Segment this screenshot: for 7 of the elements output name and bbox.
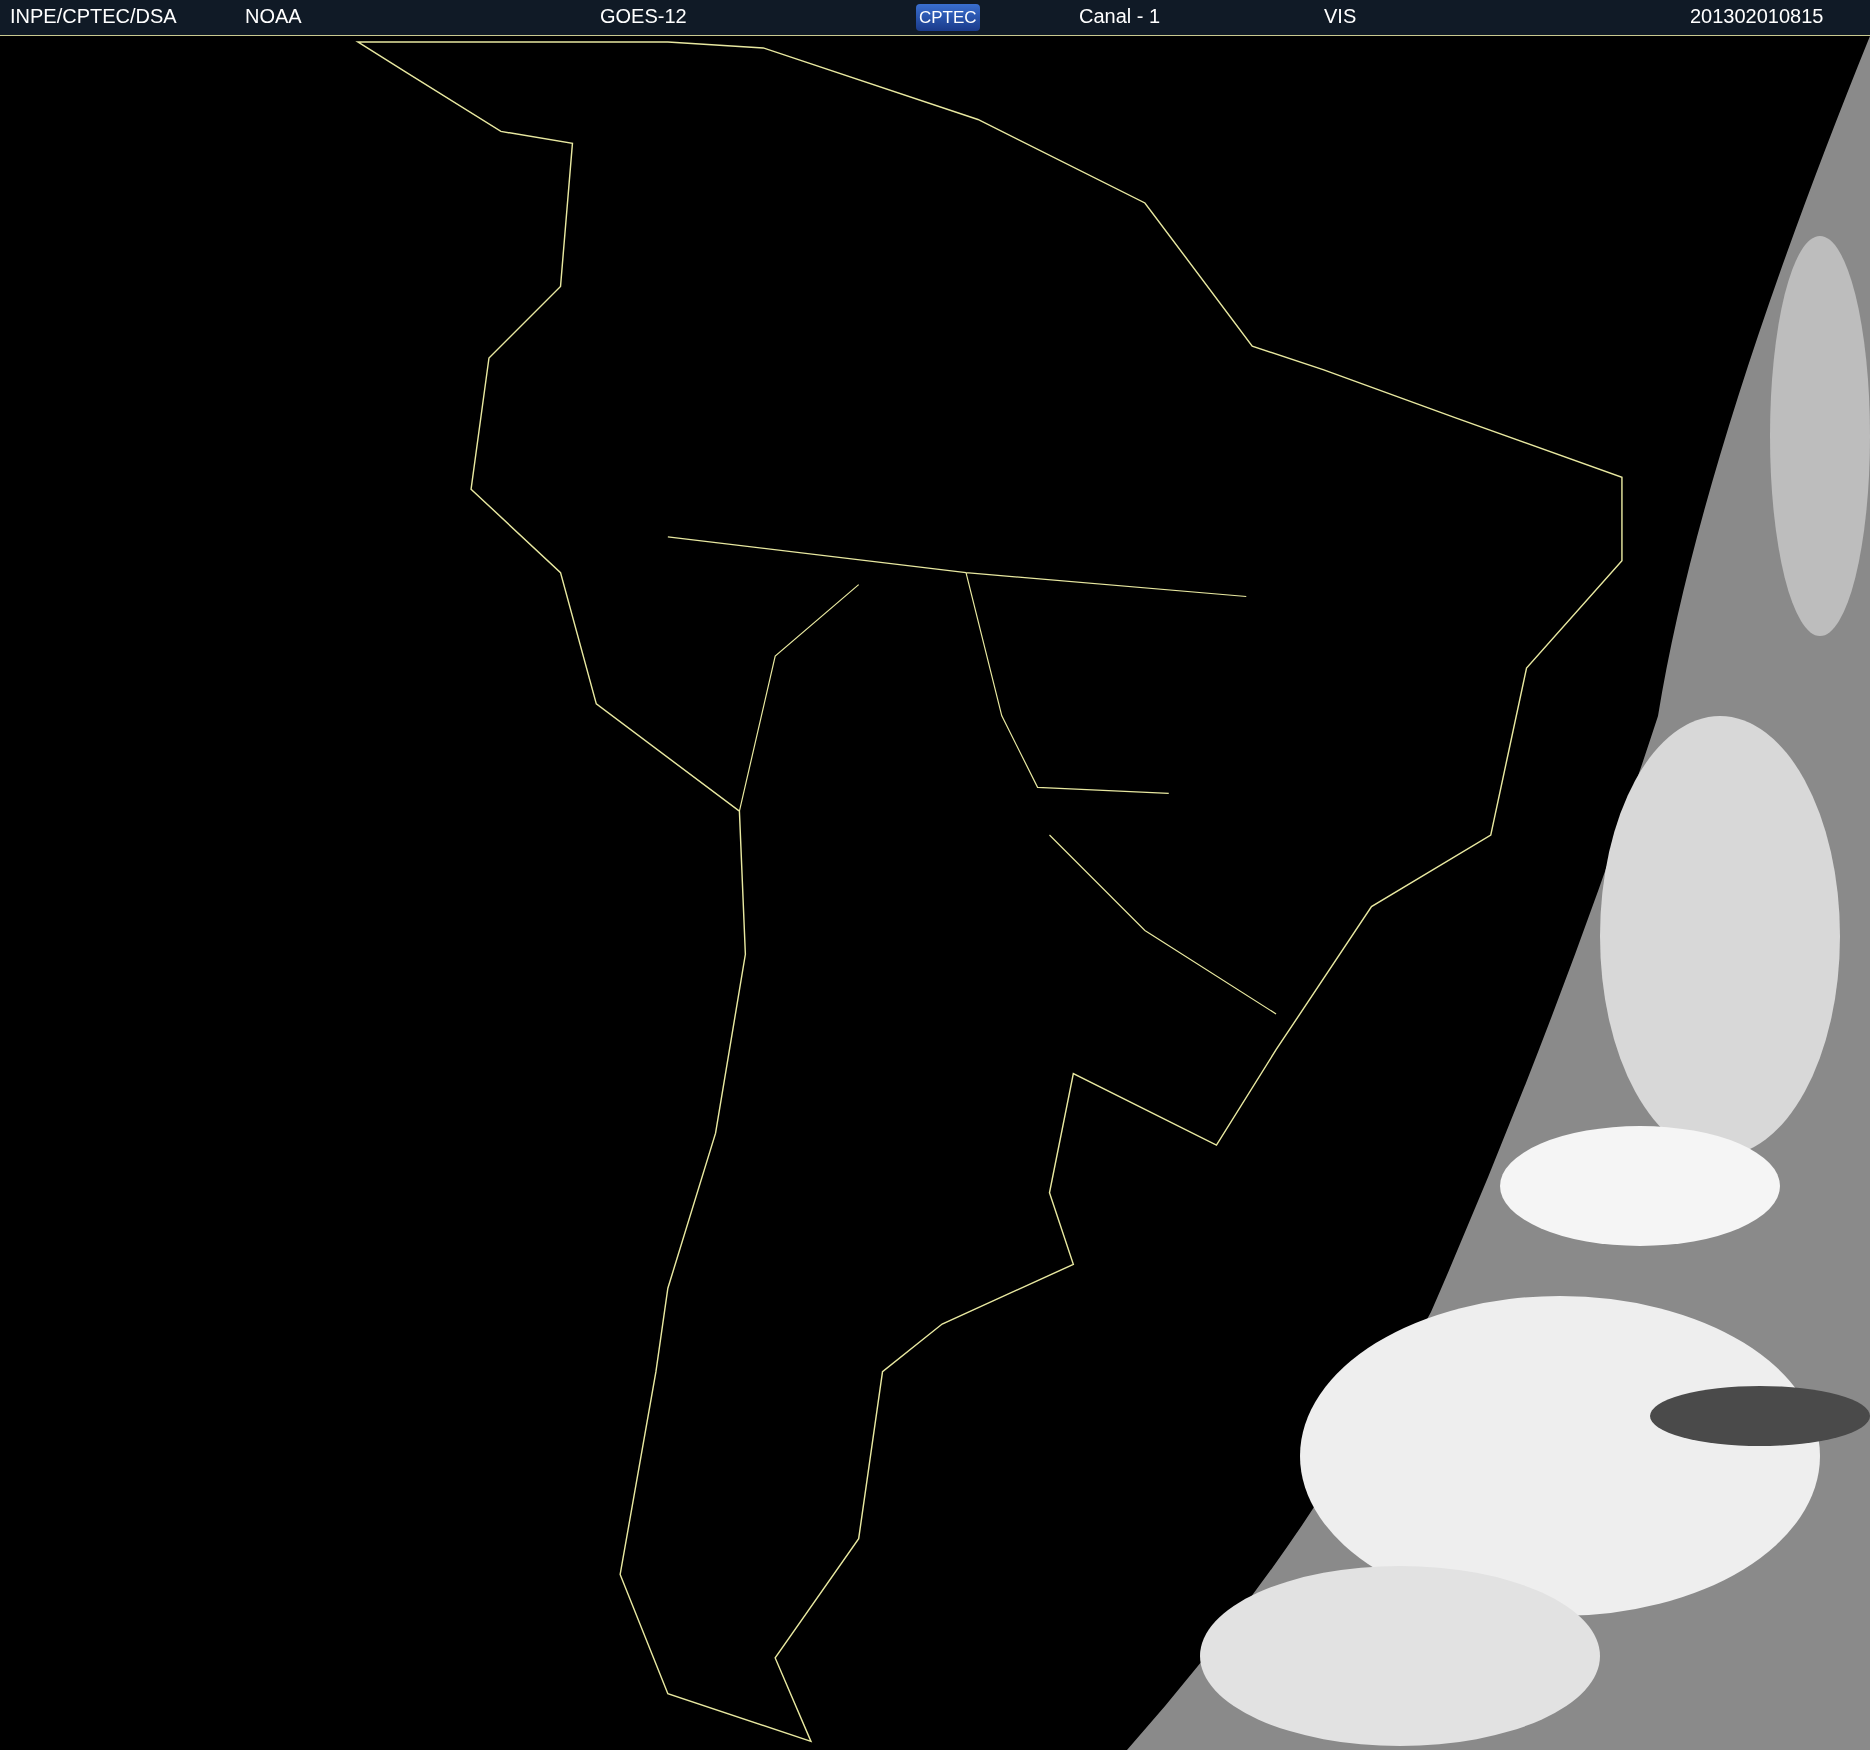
cptec-logo: CPTEC: [916, 4, 980, 31]
header-label: INPE/CPTEC/DSA: [10, 4, 177, 27]
header-label: VIS: [1324, 4, 1357, 27]
header-label: GOES-12: [600, 4, 687, 27]
header-label: NOAA: [245, 4, 302, 27]
header-label: 201302010815: [1690, 4, 1824, 27]
header-label: Canal - 1: [1079, 4, 1161, 27]
